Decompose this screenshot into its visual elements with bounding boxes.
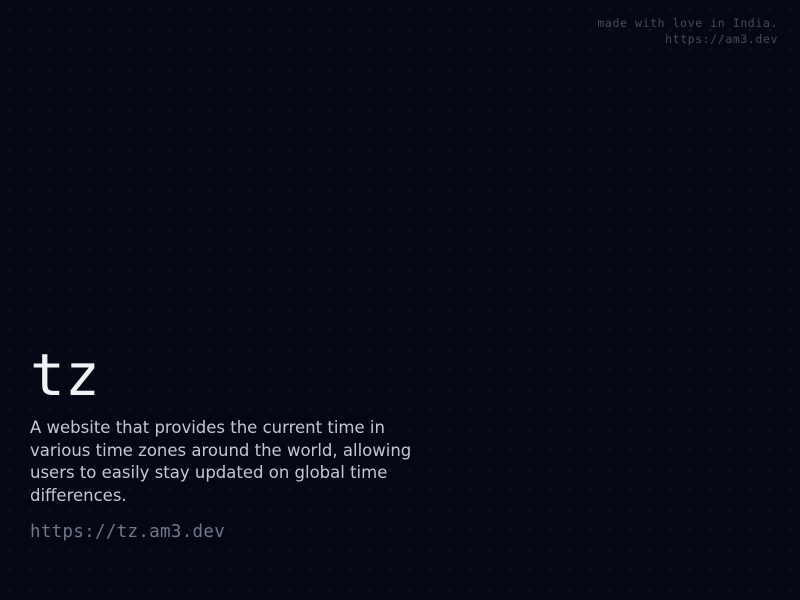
credits-tagline: made with love in India. xyxy=(597,16,778,30)
page-title: tz xyxy=(30,341,100,409)
credits: made with love in India. https://am3.dev xyxy=(597,15,778,47)
credits-site-link[interactable]: https://am3.dev xyxy=(597,31,778,47)
hero-section: tz A website that provides the current t… xyxy=(30,336,450,544)
page: made with love in India. https://am3.dev… xyxy=(0,0,800,600)
site-link[interactable]: https://tz.am3.dev xyxy=(30,520,225,544)
page-description: A website that provides the current time… xyxy=(30,418,412,505)
